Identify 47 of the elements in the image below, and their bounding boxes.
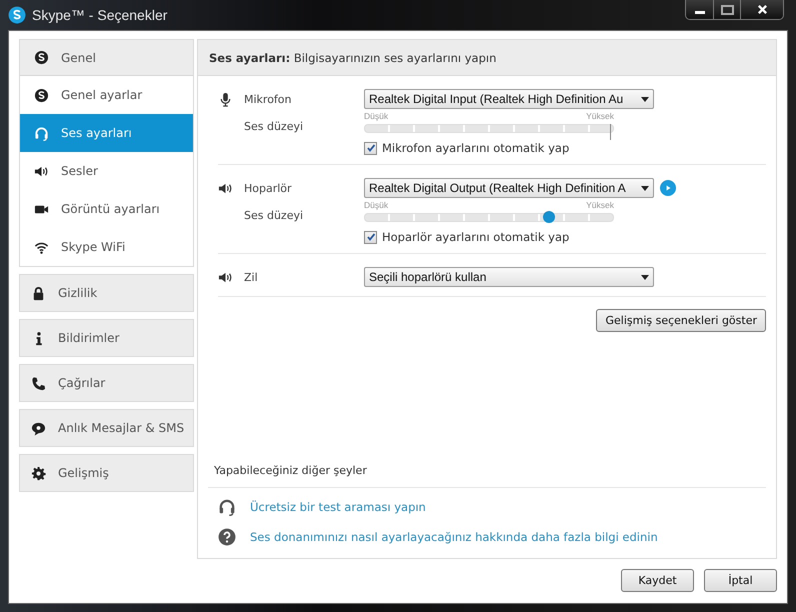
play-button[interactable]: [660, 180, 676, 196]
skype-icon: [34, 88, 49, 102]
window-title: Skype™ - Seçenekler: [32, 7, 168, 23]
dialog-button[interactable]: Kaydet: [621, 569, 694, 592]
skype-logo-icon: [8, 6, 26, 24]
device-label: Zil: [244, 270, 259, 284]
sidebar-item[interactable]: Sesler: [20, 152, 193, 190]
gear-icon: [31, 466, 46, 480]
chat-bubble-icon: [31, 420, 46, 436]
level-label: Ses düzeyi: [244, 120, 304, 133]
sidebar-item[interactable]: Görüntü ayarları: [20, 190, 193, 228]
lock-icon: [31, 286, 46, 300]
checkbox-label: Hoparlör ayarlarını otomatik yap: [382, 230, 570, 244]
checkbox[interactable]: [364, 230, 377, 244]
sidebar-item[interactable]: Genel: [20, 40, 193, 76]
minimize-button[interactable]: [686, 0, 713, 19]
scale-high-label: Yüksek: [586, 200, 614, 210]
checkbox-label: Mikrofon ayarlarını otomatik yap: [382, 141, 570, 155]
dialog-button[interactable]: İptal: [704, 569, 777, 592]
help-link[interactable]: Ücretsiz bir test araması yapın: [250, 500, 426, 514]
scale-low-label: Düşük: [364, 200, 388, 210]
maximize-button[interactable]: [713, 0, 740, 19]
scale-high-label: Yüksek: [586, 111, 614, 121]
microphone-icon: [218, 92, 233, 106]
help-link[interactable]: Ses donanımınızı nasıl ayarlayacağınız hakkında daha fazla bilgi edinin: [250, 530, 658, 544]
checkbox[interactable]: [364, 142, 377, 154]
phone-icon: [31, 376, 46, 390]
level-label: Ses düzeyi: [244, 209, 304, 222]
device-dropdown[interactable]: Realtek Digital Output (Realtek High Definition A: [364, 178, 654, 198]
headset-icon: [34, 126, 49, 140]
device-dropdown[interactable]: Realtek Digital Input (Realtek High Definition Au: [364, 89, 654, 109]
close-icon: [756, 4, 768, 15]
sidebar-item[interactable]: Genel ayarlar: [20, 76, 193, 114]
advanced-options-button[interactable]: Gelişmiş seçenekleri göster: [596, 309, 766, 332]
slider-thumb[interactable]: [542, 211, 555, 223]
section-title: Yapabileceğiniz diğer şeyler: [208, 464, 766, 488]
help-icon: [218, 528, 236, 546]
scale-low-label: Düşük: [364, 111, 388, 121]
headset-icon: [218, 498, 236, 516]
device-label: Hoparlör: [244, 182, 293, 194]
panel-header-text: Ses ayarları: Bilgisayarınızın ses ayarlarını yapın: [209, 50, 496, 64]
device-dropdown[interactable]: Seçili hoparlörü kullan: [364, 267, 654, 287]
close-button[interactable]: [740, 0, 783, 19]
volume-slider[interactable]: [364, 213, 614, 222]
device-label: Mikrofon: [244, 92, 293, 106]
sidebar-item[interactable]: Skype WiFi: [20, 228, 193, 266]
skype-icon: [34, 50, 49, 65]
